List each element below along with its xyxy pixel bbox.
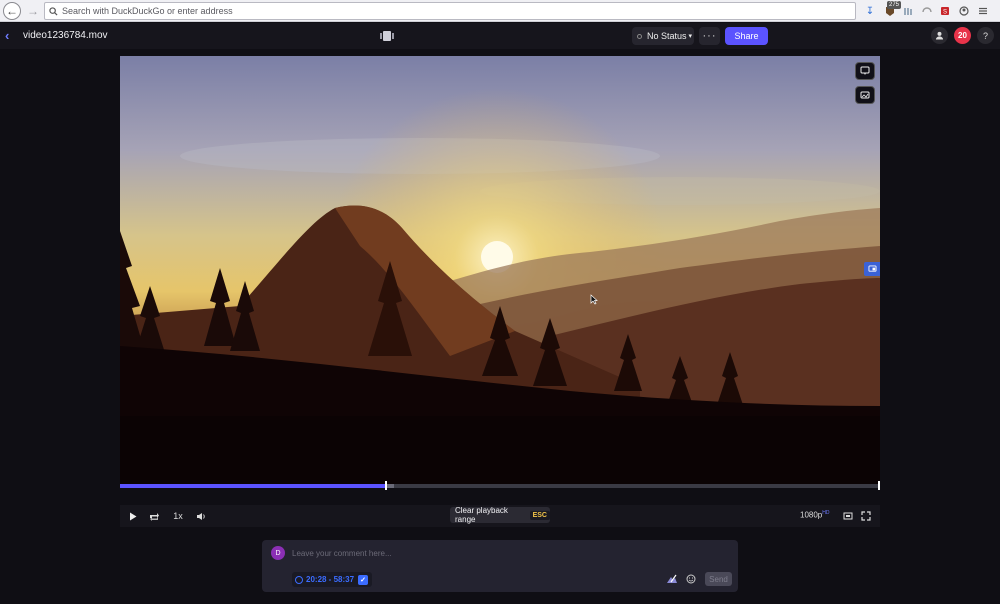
side-panel-tab[interactable] (864, 262, 880, 276)
speech-bubble-icon (860, 66, 870, 75)
menu-icon[interactable] (977, 4, 989, 18)
status-circle-icon (637, 33, 642, 39)
library-icon[interactable] (902, 4, 914, 18)
clock-icon (295, 575, 303, 584)
draw-annotation-icon[interactable] (666, 573, 678, 585)
image-overlay-button[interactable] (855, 86, 875, 104)
notifications-badge[interactable]: 20 (954, 27, 971, 44)
user-icon[interactable] (931, 27, 948, 44)
checkbox-icon[interactable]: ✓ (358, 574, 369, 585)
forward-arrow-icon[interactable]: → (24, 2, 42, 20)
expand-icon[interactable] (860, 509, 872, 523)
compare-view-icon[interactable] (380, 31, 394, 41)
playback-speed-button[interactable]: 1x (171, 509, 185, 523)
status-dropdown[interactable]: No Status ▾ (632, 27, 694, 45)
clear-range-label: Clear playback range (455, 506, 508, 524)
svg-text:S: S (943, 10, 947, 16)
mouse-cursor-icon (590, 294, 598, 305)
avatar: D (271, 546, 285, 560)
address-input[interactable] (62, 6, 822, 16)
back-chevron-icon[interactable]: ‹ (5, 28, 9, 43)
playback-timeline[interactable] (120, 481, 880, 490)
emoji-icon[interactable] (685, 573, 697, 585)
back-arrow-icon[interactable]: ← (3, 2, 21, 20)
file-title: video1236784.mov (23, 30, 108, 41)
quality-selector[interactable]: 1080pHD (800, 510, 829, 520)
timeline-progress (120, 484, 386, 488)
help-button[interactable]: ? (977, 27, 994, 44)
quality-label: 1080p (800, 510, 823, 520)
image-icon (860, 91, 870, 99)
chevron-down-icon: ▾ (688, 33, 693, 40)
pocket-icon[interactable] (921, 4, 933, 18)
video-frame-image (120, 56, 880, 484)
time-range-label: 20:28 - 58:37 (306, 575, 355, 584)
play-icon[interactable] (128, 509, 138, 523)
app-header: ‹ video1236784.mov No Status ▾ ··· Share… (0, 23, 1000, 49)
range-end-marker[interactable] (878, 481, 880, 490)
video-player[interactable] (120, 56, 880, 484)
share-button[interactable]: Share (725, 27, 768, 45)
addon-icon[interactable]: S (939, 4, 951, 18)
extension-icon[interactable]: 275 (884, 1, 902, 18)
playhead-marker[interactable] (385, 481, 387, 490)
account-icon[interactable] (958, 4, 970, 18)
loop-icon[interactable] (148, 509, 160, 523)
download-icon[interactable]: ↧ (864, 4, 876, 18)
status-label: No Status (647, 31, 687, 41)
send-button[interactable]: Send (705, 572, 732, 586)
volume-icon[interactable] (195, 509, 207, 523)
hd-badge: HD (822, 510, 830, 516)
panel-icon (868, 265, 876, 272)
search-icon (49, 6, 58, 16)
comment-overlay-button[interactable] (855, 62, 875, 80)
clear-playback-range-button[interactable]: Clear playback range ESC (450, 506, 550, 524)
esc-key-hint: ESC (529, 510, 550, 520)
more-options-button[interactable]: ··· (699, 27, 720, 45)
time-range-chip[interactable]: 20:28 - 58:37 ✓ (292, 572, 372, 587)
fullscreen-frame-icon[interactable] (842, 509, 854, 523)
address-bar[interactable] (44, 2, 856, 20)
browser-toolbar: ← → ↧ 275 S (0, 0, 1000, 22)
extension-badge: 275 (887, 1, 902, 9)
comment-input[interactable] (292, 547, 712, 559)
